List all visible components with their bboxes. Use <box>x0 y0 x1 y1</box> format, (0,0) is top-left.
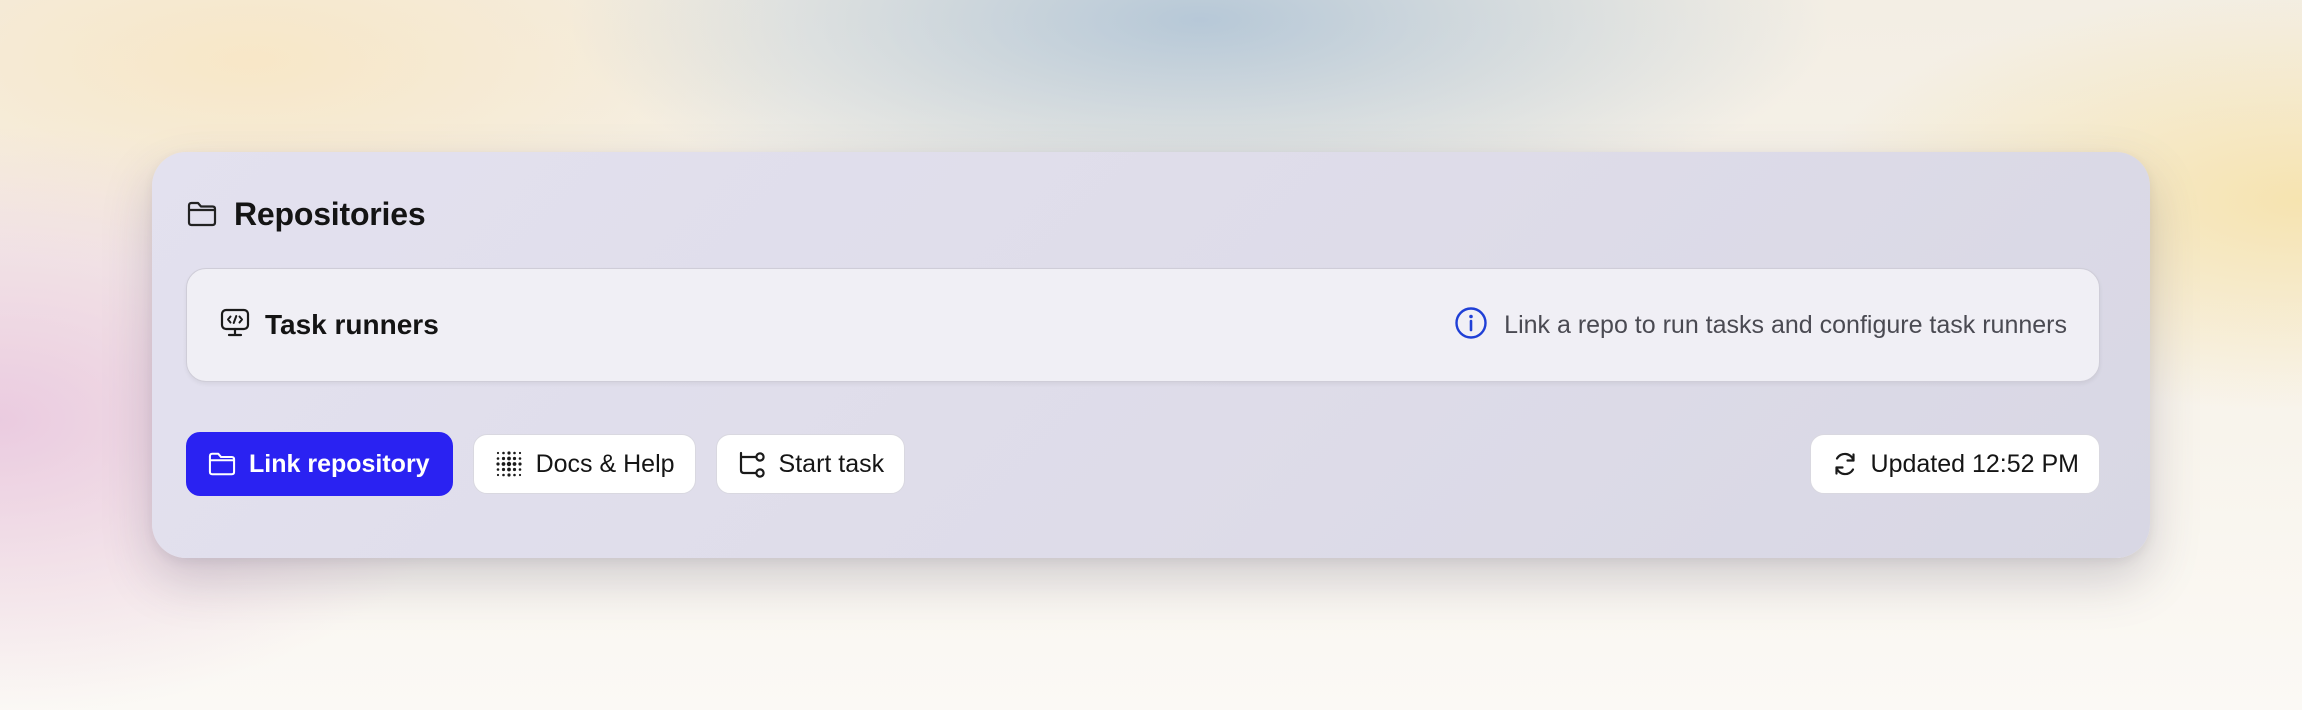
panel-hint: Link a repo to run tasks and configure t… <box>1504 310 2067 339</box>
dot-grid-icon <box>494 449 524 479</box>
panel-title: Task runners <box>265 309 439 340</box>
start-task-label: Start task <box>778 449 885 478</box>
repositories-card: Repositories Task runners Link a repo to… <box>152 152 2150 558</box>
card-header: Repositories <box>186 192 426 236</box>
actions-bar: Link repository Docs & Help Start task U… <box>186 432 2100 496</box>
updated-refresh-button[interactable]: Updated 12:52 PM <box>1809 434 2100 494</box>
link-repository-button[interactable]: Link repository <box>186 432 453 496</box>
folder-icon <box>186 200 218 228</box>
info-icon <box>1454 306 1488 345</box>
docs-help-button[interactable]: Docs & Help <box>472 434 696 494</box>
refresh-icon <box>1831 450 1859 478</box>
page-title: Repositories <box>234 195 426 232</box>
code-monitor-icon <box>219 307 251 344</box>
workflow-icon <box>737 449 767 479</box>
start-task-button[interactable]: Start task <box>715 434 906 494</box>
task-runners-panel: Task runners Link a repo to run tasks an… <box>186 268 2100 382</box>
link-repository-label: Link repository <box>249 449 430 478</box>
updated-label: Updated 12:52 PM <box>1870 449 2079 478</box>
docs-help-label: Docs & Help <box>535 449 675 478</box>
folder-icon <box>207 451 237 477</box>
